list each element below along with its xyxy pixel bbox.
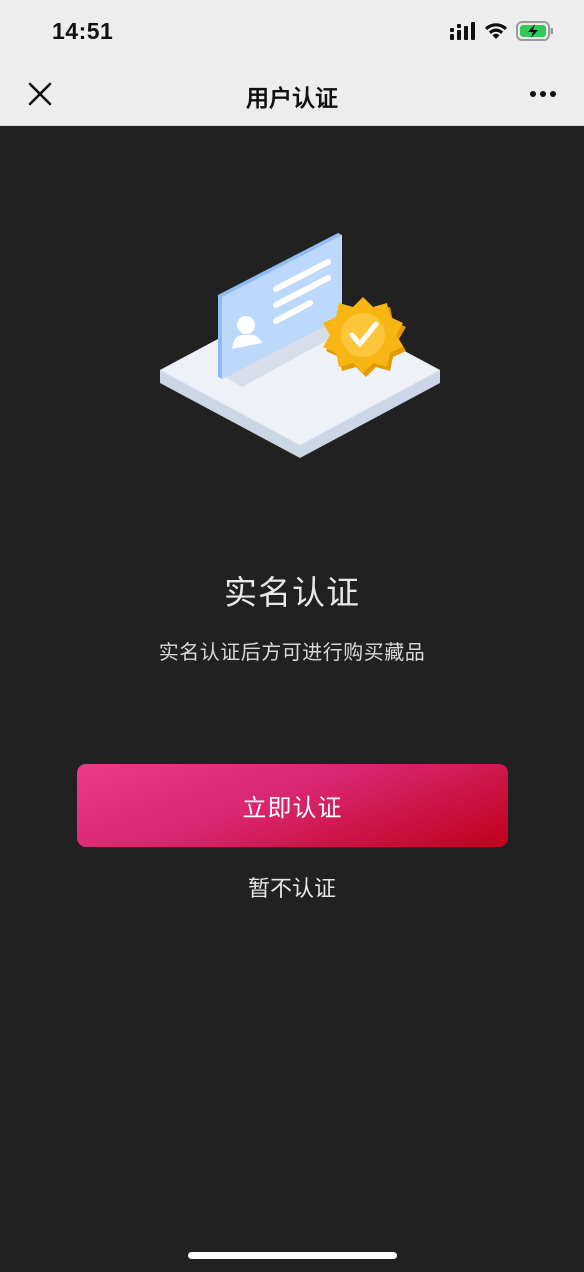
status-icons: [450, 21, 554, 45]
navigation-bar: 用户认证: [0, 64, 584, 126]
verification-description: 实名认证后方可进行购买藏品: [158, 640, 426, 664]
user-verification-screen: 14:51 用户认证 实名认证 实名认证后方可进行购买藏品 立即认证 暂不认证: [0, 0, 584, 1272]
more-button[interactable]: [528, 82, 558, 106]
home-indicator: [188, 1252, 397, 1259]
skip-verification-link[interactable]: 暂不认证: [0, 871, 584, 903]
battery-charging-icon: [516, 21, 554, 45]
cellular-signal-icon: [450, 22, 476, 44]
verify-now-button[interactable]: 立即认证: [77, 764, 508, 847]
id-card-verified-illustration: [150, 225, 450, 470]
page-title: 用户认证: [246, 86, 338, 112]
more-icon: [530, 91, 556, 97]
status-bar: 14:51: [0, 0, 584, 64]
wifi-icon: [484, 22, 508, 44]
status-time: 14:51: [52, 18, 114, 44]
verification-title: 实名认证: [224, 573, 360, 612]
